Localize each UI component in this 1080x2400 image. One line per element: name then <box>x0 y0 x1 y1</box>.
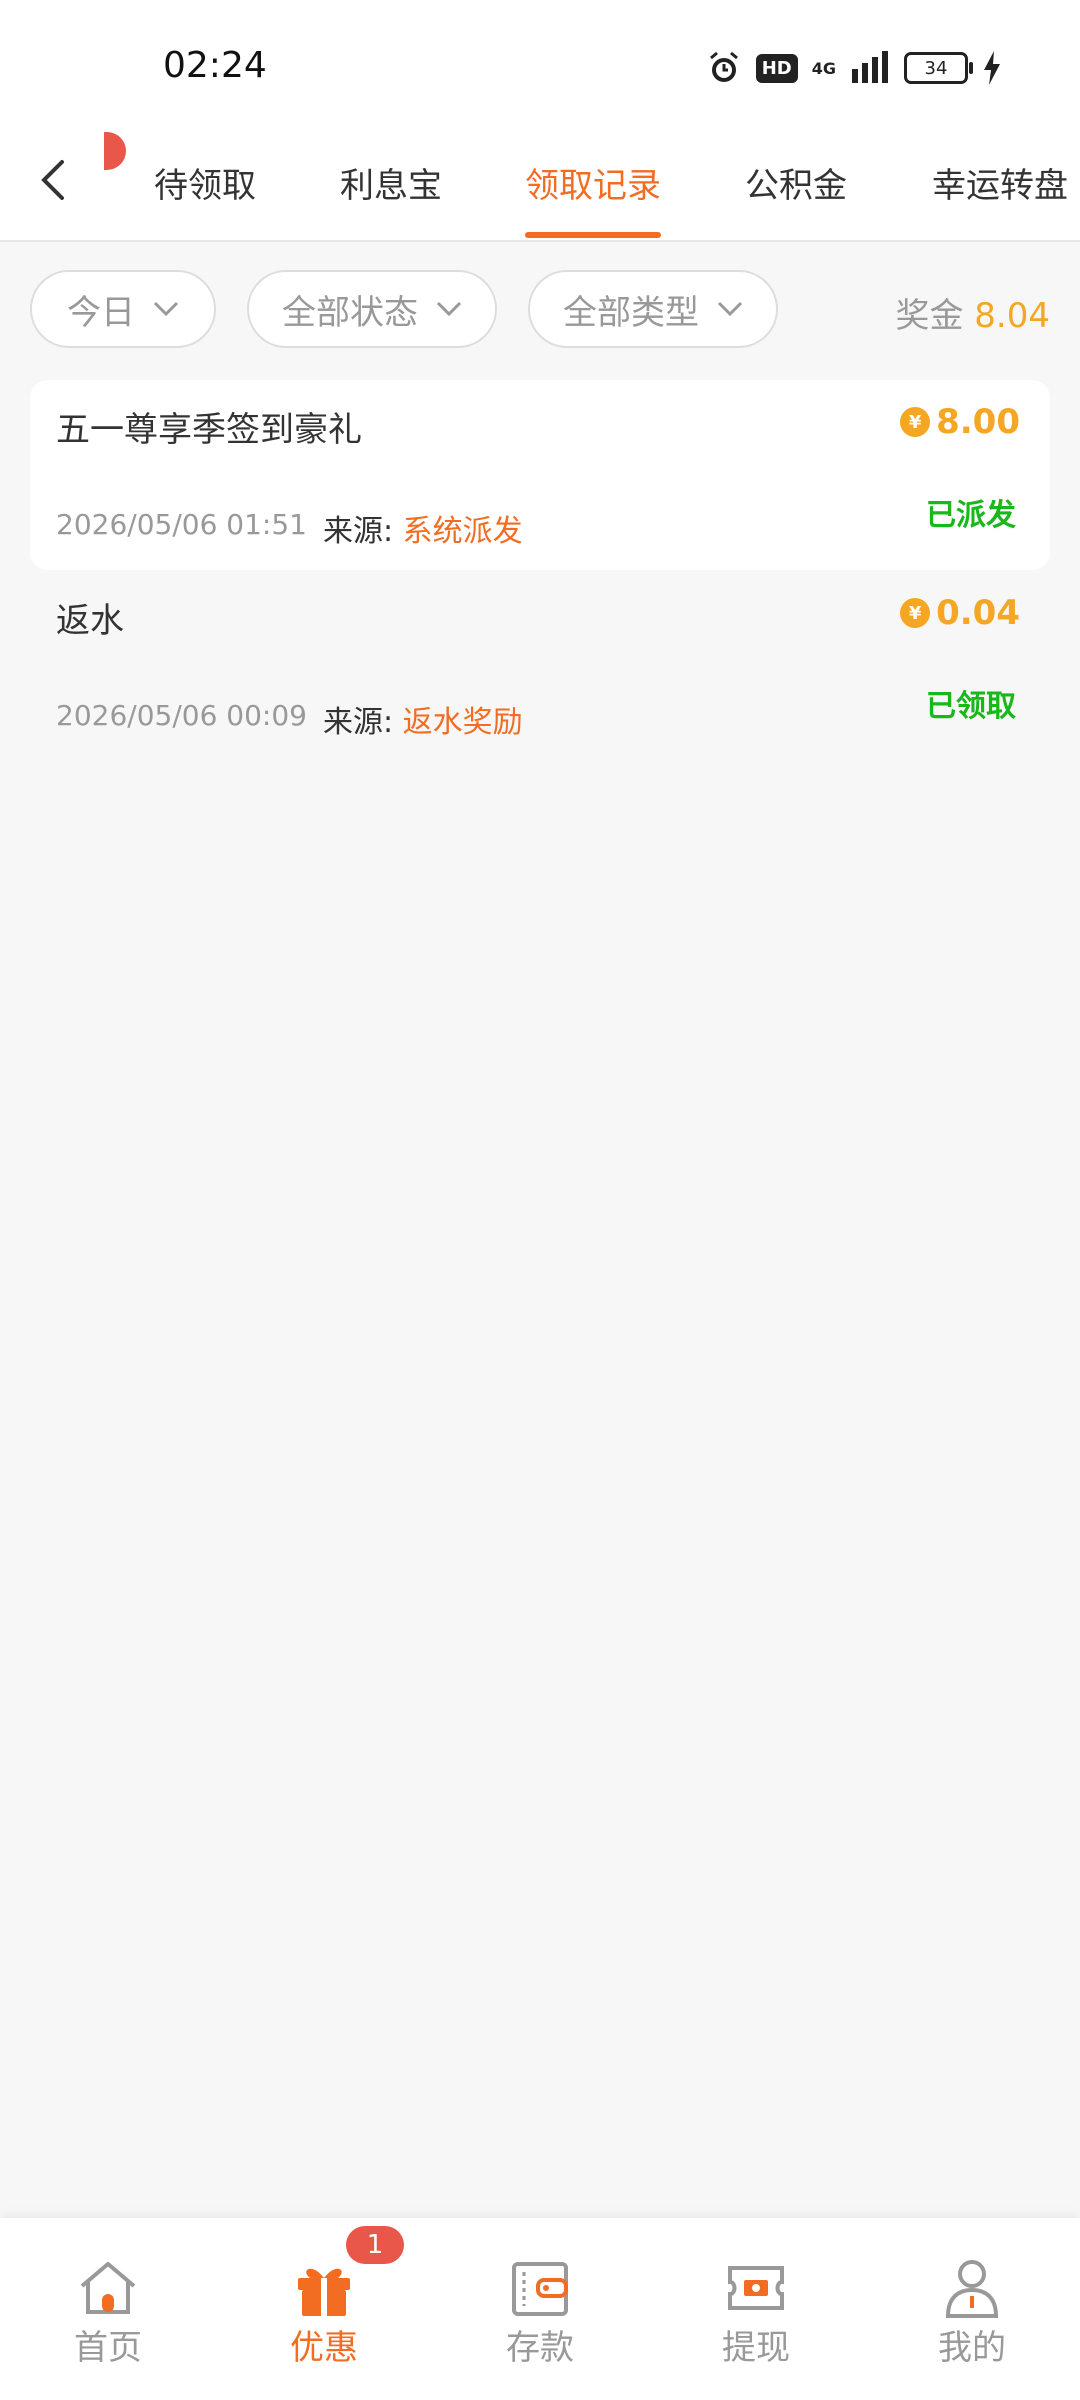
record-status: 已派发 <box>926 498 1016 533</box>
home-icon <box>80 2262 136 2314</box>
chevron-down-icon <box>436 301 462 317</box>
gift-icon <box>298 2268 350 2316</box>
date-filter[interactable]: 今日 <box>30 270 216 348</box>
record-title: 返水 <box>56 601 124 641</box>
nav-item-profile[interactable]: 我的 <box>864 2218 1080 2400</box>
tab-pending[interactable]: 待领取 <box>154 158 256 207</box>
active-tab-indicator <box>525 232 661 238</box>
notification-indicator <box>104 132 126 170</box>
type-filter-label: 全部类型 <box>563 292 699 333</box>
alarm-icon <box>709 51 738 82</box>
nav-label-deposit: 存款 <box>506 2328 574 2368</box>
date-filter-label: 今日 <box>67 292 135 333</box>
user-icon <box>945 2260 999 2318</box>
nav-item-promotions[interactable]: 1 优惠 <box>216 2218 432 2400</box>
type-filter[interactable]: 全部类型 <box>528 270 778 348</box>
bonus-total: 奖金 8.04 <box>895 288 1050 337</box>
record-date: 2026/05/06 01:51 <box>56 508 307 541</box>
record-source: 来源: 返水奖励 <box>323 697 523 741</box>
nav-label-home: 首页 <box>74 2328 142 2368</box>
hd-icon: HD <box>755 53 798 83</box>
status-filter[interactable]: 全部状态 <box>247 270 497 348</box>
record-amount-value: 0.04 <box>936 593 1020 633</box>
filter-bar: 今日 全部状态 全部类型 奖金 8.04 <box>0 240 1080 380</box>
record-source-label: 来源: <box>323 705 394 740</box>
status-bar: 02:24 HD 4G 34 <box>0 0 1080 120</box>
status-icons: HD 4G 34 <box>706 48 1002 88</box>
bonus-label: 奖金 <box>895 296 964 336</box>
nav-item-deposit[interactable]: 存款 <box>432 2218 648 2400</box>
tab-claim-records[interactable]: 领取记录 <box>525 158 661 207</box>
chevron-down-icon <box>153 301 179 317</box>
nav-item-home[interactable]: 首页 <box>0 2218 216 2400</box>
record-source: 来源: 系统派发 <box>323 506 523 550</box>
back-arrow-icon[interactable] <box>30 150 74 210</box>
status-time: 02:24 <box>163 45 267 86</box>
bottom-nav-bar: 首页 1 优惠 存款 提现 我的 <box>0 2218 1080 2400</box>
chevron-down-icon <box>717 301 743 317</box>
record-amount: ¥ 0.04 <box>900 593 1020 633</box>
tab-provident-fund[interactable]: 公积金 <box>745 158 847 207</box>
record-item[interactable]: 五一尊享季签到豪礼 ¥ 8.00 2026/05/06 01:51 来源: 系统… <box>30 380 1050 570</box>
charging-icon <box>984 51 1000 85</box>
bonus-value: 8.04 <box>974 296 1050 336</box>
record-item[interactable]: 返水 ¥ 0.04 2026/05/06 00:09 来源: 返水奖励 已领取 <box>30 571 1050 761</box>
nav-label-promotions: 优惠 <box>290 2328 358 2368</box>
record-title: 五一尊享季签到豪礼 <box>56 410 362 450</box>
battery-icon: 34 <box>904 52 973 84</box>
status-filter-label: 全部状态 <box>282 292 418 333</box>
tab-interest[interactable]: 利息宝 <box>340 158 442 207</box>
top-tab-bar: 待领取 利息宝 领取记录 公积金 幸运转盘 <box>0 120 1080 242</box>
coin-icon: ¥ <box>900 407 931 437</box>
signal-icon <box>852 51 888 83</box>
nav-label-profile: 我的 <box>938 2328 1006 2368</box>
record-amount-value: 8.00 <box>936 402 1020 442</box>
record-source-value: 系统派发 <box>402 514 523 549</box>
record-source-label: 来源: <box>323 514 394 549</box>
ticket-icon <box>728 2266 784 2310</box>
wallet-icon <box>512 2262 568 2316</box>
nav-label-withdraw: 提现 <box>722 2328 790 2368</box>
record-amount: ¥ 8.00 <box>900 402 1020 442</box>
promotions-badge: 1 <box>346 2226 404 2264</box>
coin-icon: ¥ <box>900 598 931 628</box>
network-label: 4G <box>811 58 836 78</box>
nav-item-withdraw[interactable]: 提现 <box>648 2218 864 2400</box>
tab-lucky-wheel[interactable]: 幸运转盘 <box>932 158 1068 207</box>
record-status: 已领取 <box>926 689 1016 724</box>
record-source-value: 返水奖励 <box>402 705 523 740</box>
record-date: 2026/05/06 00:09 <box>56 699 307 732</box>
